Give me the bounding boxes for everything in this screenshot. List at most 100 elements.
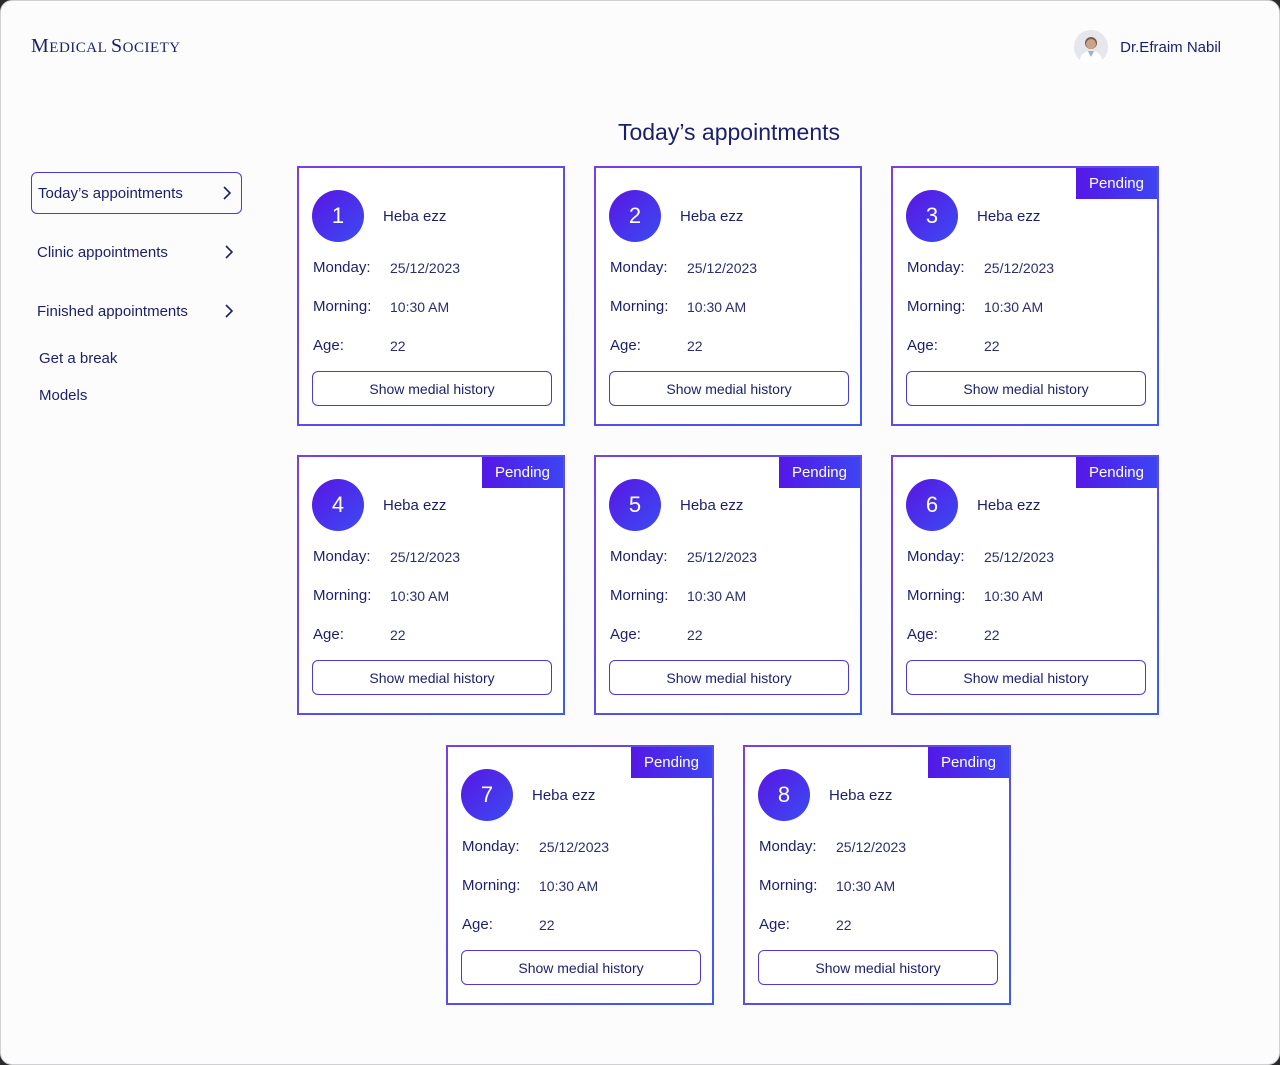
appointment-number: 3 (906, 190, 958, 242)
period-label: Morning: (462, 877, 521, 894)
patient-name: Heba ezz (680, 208, 744, 225)
age-row: Age: 22 (462, 916, 555, 933)
appointment-date: 25/12/2023 (836, 839, 907, 855)
status-badge: Pending (630, 747, 712, 778)
patient-name: Heba ezz (680, 497, 744, 514)
day-label: Monday: (610, 548, 668, 565)
status-badge: Pending (778, 457, 860, 488)
day-row: Monday: 25/12/2023 (907, 548, 1054, 565)
period-label: Morning: (313, 587, 372, 604)
show-medical-history-button[interactable]: Show medial history (758, 950, 998, 985)
sidebar-item-get-a-break[interactable]: Get a break (31, 350, 243, 367)
period-label: Morning: (313, 298, 372, 315)
appointment-card: Pending 7 Heba ezz Monday: 25/12/2023 Mor… (446, 745, 714, 1005)
day-row: Monday: 25/12/2023 (907, 259, 1054, 276)
logo-text: EDICAL (49, 40, 111, 56)
time-row: Morning: 10:30 AM (610, 298, 746, 315)
user-name: Dr.Efraim Nabil (1120, 38, 1221, 56)
patient-name: Heba ezz (829, 787, 893, 804)
age-label: Age: (907, 626, 938, 643)
logo-initial: S (110, 35, 123, 57)
appointment-time: 10:30 AM (687, 588, 747, 604)
age-row: Age: 22 (313, 337, 406, 354)
show-medical-history-button[interactable]: Show medial history (906, 660, 1146, 695)
appointment-card: Pending 6 Heba ezz Monday: 25/12/2023 Mor… (891, 455, 1159, 715)
patient-age: 22 (390, 338, 406, 354)
appointment-date: 25/12/2023 (687, 260, 758, 276)
patient-name: Heba ezz (383, 208, 447, 225)
show-medical-history-button[interactable]: Show medial history (906, 371, 1146, 406)
time-row: Morning: 10:30 AM (313, 298, 449, 315)
show-medical-history-button[interactable]: Show medial history (312, 371, 552, 406)
sidebar-item-todays-appointments[interactable]: Today’s appointments (31, 172, 242, 214)
show-medical-history-button[interactable]: Show medial history (609, 371, 849, 406)
patient-name: Heba ezz (977, 208, 1041, 225)
appointment-time: 10:30 AM (687, 299, 747, 315)
sidebar-item-finished-appointments[interactable]: Finished appointments (31, 290, 243, 332)
appointment-time: 10:30 AM (390, 588, 450, 604)
age-row: Age: 22 (907, 626, 1000, 643)
show-medical-history-button[interactable]: Show medial history (461, 950, 701, 985)
age-row: Age: 22 (610, 337, 703, 354)
day-label: Monday: (759, 838, 817, 855)
day-row: Monday: 25/12/2023 (610, 548, 757, 565)
time-row: Morning: 10:30 AM (313, 587, 449, 604)
sidebar-item-models[interactable]: Models (31, 387, 243, 404)
status-badge: Pending (1075, 457, 1157, 488)
appointment-card: 2 Heba ezz Monday: 25/12/2023 Morning: 10:… (594, 166, 862, 426)
time-row: Morning: 10:30 AM (610, 587, 746, 604)
status-badge: Pending (481, 457, 563, 488)
appointment-date: 25/12/2023 (390, 260, 461, 276)
appointment-date: 25/12/2023 (984, 549, 1055, 565)
appointment-number: 1 (312, 190, 364, 242)
appointment-number: 6 (906, 479, 958, 531)
avatar[interactable] (1074, 30, 1109, 64)
sidebar-item-clinic-appointments[interactable]: Clinic appointments (31, 231, 243, 273)
show-medical-history-button[interactable]: Show medial history (609, 660, 849, 695)
user-avatar-icon (1074, 30, 1109, 64)
age-label: Age: (759, 916, 790, 933)
chevron-right-icon (225, 304, 233, 318)
day-row: Monday: 25/12/2023 (610, 259, 757, 276)
patient-age: 22 (687, 627, 703, 643)
time-row: Morning: 10:30 AM (759, 877, 895, 894)
logo[interactable]: MEDICAL SOCIETY (31, 35, 181, 58)
period-label: Morning: (610, 587, 669, 604)
patient-age: 22 (836, 917, 852, 933)
appointment-date: 25/12/2023 (539, 839, 610, 855)
day-label: Monday: (313, 548, 371, 565)
period-label: Morning: (610, 298, 669, 315)
age-row: Age: 22 (907, 337, 1000, 354)
user-profile[interactable]: Dr.Efraim Nabil (1074, 30, 1221, 64)
appointment-date: 25/12/2023 (390, 549, 461, 565)
appointment-time: 10:30 AM (984, 588, 1044, 604)
patient-age: 22 (984, 627, 1000, 643)
show-medical-history-button[interactable]: Show medial history (312, 660, 552, 695)
age-row: Age: 22 (313, 626, 406, 643)
day-label: Monday: (313, 259, 371, 276)
time-row: Morning: 10:30 AM (907, 587, 1043, 604)
sidebar: Today’s appointments Clinic appointments… (31, 172, 243, 404)
logo-text: OCIETY (122, 40, 181, 56)
appointment-date: 25/12/2023 (984, 260, 1055, 276)
appointment-time: 10:30 AM (836, 878, 896, 894)
sidebar-item-label: Clinic appointments (37, 243, 168, 261)
app-window: MEDICAL SOCIETY Dr.Efraim Nabil Today’s … (0, 0, 1280, 1065)
chevron-right-icon (225, 245, 233, 259)
patient-name: Heba ezz (383, 497, 447, 514)
time-row: Morning: 10:30 AM (907, 298, 1043, 315)
appointment-number: 5 (609, 479, 661, 531)
appointment-card: 1 Heba ezz Monday: 25/12/2023 Morning: 10:… (297, 166, 565, 426)
time-row: Morning: 10:30 AM (462, 877, 598, 894)
day-label: Monday: (907, 548, 965, 565)
period-label: Morning: (907, 587, 966, 604)
appointment-card: Pending 4 Heba ezz Monday: 25/12/2023 Mor… (297, 455, 565, 715)
period-label: Morning: (907, 298, 966, 315)
patient-age: 22 (390, 627, 406, 643)
day-row: Monday: 25/12/2023 (313, 259, 460, 276)
sidebar-item-label: Finished appointments (37, 302, 188, 320)
appointment-time: 10:30 AM (539, 878, 599, 894)
status-badge: Pending (927, 747, 1009, 778)
day-row: Monday: 25/12/2023 (462, 838, 609, 855)
patient-name: Heba ezz (977, 497, 1041, 514)
